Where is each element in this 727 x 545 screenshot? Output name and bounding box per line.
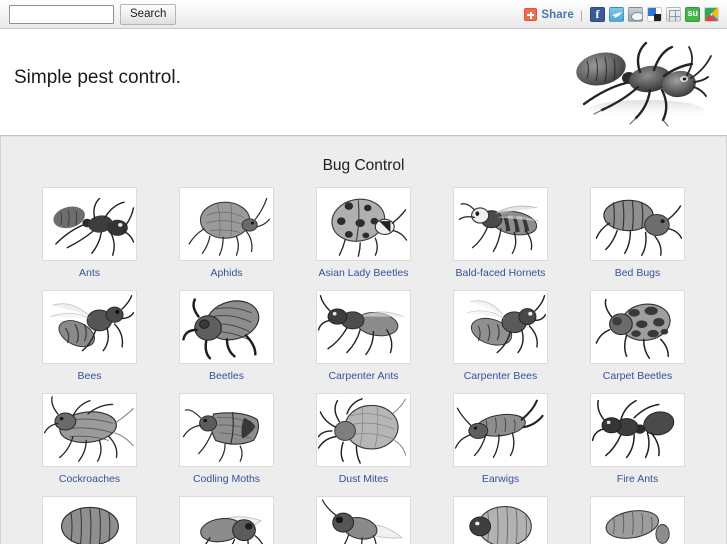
bug-label: Aphids <box>210 267 243 279</box>
asian-lady-beetle-thumbnail <box>316 187 411 261</box>
main-content: Bug Control Ants Aphids Asian Lady Beetl… <box>0 136 727 544</box>
bug-label: Carpenter Ants <box>328 370 399 382</box>
bug-card[interactable]: Codling Moths <box>158 393 295 485</box>
plus-icon <box>524 8 538 21</box>
bug-card[interactable] <box>158 496 295 544</box>
bug-card[interactable]: Bed Bugs <box>569 187 706 279</box>
bug-card[interactable]: Fire Ants <box>569 393 706 485</box>
ant-logo-illustration <box>568 34 713 130</box>
dust-mite-thumbnail <box>316 393 411 467</box>
bug-card[interactable]: Beetles <box>158 290 295 382</box>
bug-label: Fire Ants <box>616 473 659 485</box>
share-widget: Share | <box>524 0 719 29</box>
bug-label: Asian Lady Beetles <box>318 267 409 279</box>
larva-thumbnail <box>453 496 548 544</box>
fly-thumbnail <box>179 496 274 544</box>
search-form: Search <box>0 3 177 25</box>
bug-grid: Ants Aphids Asian Lady Beetles Bald-face… <box>1 187 726 544</box>
bug-card[interactable]: Carpet Beetles <box>569 290 706 382</box>
search-input[interactable] <box>9 4 114 24</box>
bug-label: Ants <box>78 267 100 279</box>
bug-label: Bed Bugs <box>614 267 661 279</box>
grub-thumbnail <box>42 496 137 544</box>
bug-card[interactable]: Cockroaches <box>21 393 158 485</box>
bug-label: Carpet Beetles <box>602 370 673 382</box>
bug-card[interactable]: Aphids <box>158 187 295 279</box>
bug-card[interactable]: Bees <box>21 290 158 382</box>
bug-label: Dust Mites <box>338 473 389 485</box>
bug-card[interactable] <box>432 496 569 544</box>
bug-label: Bees <box>77 370 102 382</box>
stumbleupon-icon[interactable] <box>685 7 700 22</box>
bug-label: Cockroaches <box>58 473 121 485</box>
bed-bug-thumbnail <box>590 187 685 261</box>
facebook-icon[interactable] <box>590 7 605 22</box>
earwig-thumbnail <box>453 393 548 467</box>
search-button[interactable]: Search <box>120 3 177 25</box>
share-label: Share <box>541 8 574 21</box>
bug-label: Beetles <box>208 370 245 382</box>
bug-card[interactable]: Ants <box>21 187 158 279</box>
bug-card[interactable] <box>569 496 706 544</box>
aphid-thumbnail <box>179 187 274 261</box>
beetle-thumbnail <box>179 290 274 364</box>
share-button[interactable]: Share <box>524 8 574 21</box>
bee-thumbnail <box>42 290 137 364</box>
bald-faced-hornet-thumbnail <box>453 187 548 261</box>
carpenter-bee-thumbnail <box>453 290 548 364</box>
carpenter-ant-thumbnail <box>316 290 411 364</box>
bug-label: Earwigs <box>481 473 520 485</box>
page-title: Simple pest control. <box>14 67 181 88</box>
section-heading: Bug Control <box>322 157 405 174</box>
top-utility-bar: Search Share | <box>0 0 727 29</box>
bug-card[interactable]: Dust Mites <box>295 393 432 485</box>
bug-card[interactable]: Bald-faced Hornets <box>432 187 569 279</box>
email-icon[interactable] <box>628 7 643 22</box>
carpet-beetle-thumbnail <box>590 290 685 364</box>
bug-card[interactable] <box>295 496 432 544</box>
maggot-thumbnail <box>590 496 685 544</box>
fruit-fly-thumbnail <box>316 496 411 544</box>
bug-card[interactable]: Carpenter Bees <box>432 290 569 382</box>
delicious-icon[interactable] <box>647 7 662 22</box>
bug-card[interactable] <box>21 496 158 544</box>
bug-card[interactable]: Asian Lady Beetles <box>295 187 432 279</box>
codling-moth-thumbnail <box>179 393 274 467</box>
google-icon[interactable] <box>704 7 719 22</box>
ant-thumbnail <box>42 187 137 261</box>
site-header: Simple pest control. <box>0 29 727 136</box>
bug-label: Bald-faced Hornets <box>455 267 546 279</box>
bug-card[interactable]: Carpenter Ants <box>295 290 432 382</box>
myspace-icon[interactable] <box>666 7 681 22</box>
bug-card[interactable]: Earwigs <box>432 393 569 485</box>
fire-ant-thumbnail <box>590 393 685 467</box>
bug-label: Carpenter Bees <box>463 370 538 382</box>
cockroach-thumbnail <box>42 393 137 467</box>
share-separator: | <box>579 7 583 22</box>
twitter-icon[interactable] <box>609 7 624 22</box>
bug-label: Codling Moths <box>192 473 261 485</box>
